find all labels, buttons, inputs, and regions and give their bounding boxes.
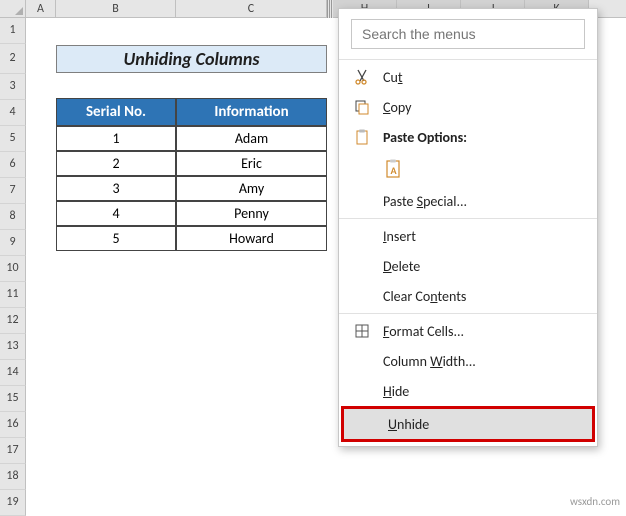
row-header[interactable]: 14 [0,360,26,386]
cell[interactable]: 4 [56,201,176,226]
cell[interactable]: 3 [56,176,176,201]
format-cells-icon [351,323,373,339]
row-header[interactable]: 15 [0,386,26,412]
row-header[interactable]: 2 [0,44,26,74]
cell[interactable]: 2 [56,151,176,176]
menu-paste-options: Paste Options: [339,122,597,152]
data-table: Serial No. Information 1Adam 2Eric 3Amy … [56,98,327,251]
menu-paste-values[interactable]: A [339,152,597,186]
cell[interactable]: 5 [56,226,176,251]
cut-icon [351,69,373,85]
menu-cut[interactable]: Cut [339,62,597,92]
copy-icon [351,99,373,115]
menu-label: Cut [383,69,403,86]
menu-copy[interactable]: Copy [339,92,597,122]
row-header[interactable]: 6 [0,152,26,178]
menu-column-width[interactable]: Column Width... [339,346,597,376]
col-header-a[interactable]: A [26,0,56,17]
row-header[interactable]: 18 [0,464,26,490]
row-header[interactable]: 11 [0,282,26,308]
cell[interactable]: Amy [176,176,327,201]
row-header[interactable]: 17 [0,438,26,464]
cell[interactable]: Eric [176,151,327,176]
cell[interactable]: Penny [176,201,327,226]
separator [339,313,597,314]
col-header-c[interactable]: C [176,0,327,17]
menu-format-cells[interactable]: Format Cells... [339,316,597,346]
menu-label: Copy [383,99,411,116]
row-header[interactable]: 3 [0,74,26,100]
watermark: wsxdn.com [570,495,620,508]
hidden-columns-indicator[interactable] [327,0,333,18]
cell[interactable]: Adam [176,126,327,151]
cell[interactable]: Howard [176,226,327,251]
row-header[interactable]: 1 [0,18,26,44]
row-header[interactable]: 9 [0,230,26,256]
paste-values-icon: A [383,159,405,179]
menu-paste-special[interactable]: Paste Special... [339,186,597,216]
menu-hide[interactable]: Hide [339,376,597,406]
row-header[interactable]: 13 [0,334,26,360]
menu-label: Insert [383,228,416,245]
row-header[interactable]: 4 [0,100,26,126]
menu-label: Paste Special... [383,193,467,210]
clipboard-icon [351,129,373,145]
menu-insert[interactable]: Insert [339,221,597,251]
row-header[interactable]: 8 [0,204,26,230]
menu-label: Clear Contents [383,288,466,305]
th-info: Information [176,98,327,126]
row-header[interactable]: 5 [0,126,26,152]
menu-label: Paste Options: [383,129,467,146]
menu-label: Column Width... [383,353,476,370]
menu-search-input[interactable] [351,19,585,49]
row-header[interactable]: 12 [0,308,26,334]
menu-unhide[interactable]: Unhide [344,409,592,439]
menu-label: Delete [383,258,420,275]
cell[interactable]: 1 [56,126,176,151]
row-headers: 1 2 3 4 5 6 7 8 9 10 11 12 13 14 15 16 1… [0,18,26,512]
menu-delete[interactable]: Delete [339,251,597,281]
th-serial: Serial No. [56,98,176,126]
col-header-b[interactable]: B [56,0,176,17]
row-header[interactable]: 16 [0,412,26,438]
separator [339,59,597,60]
menu-clear-contents[interactable]: Clear Contents [339,281,597,311]
row-header[interactable]: 19 [0,490,26,516]
svg-text:A: A [390,164,397,177]
row-header[interactable]: 10 [0,256,26,282]
menu-label: Hide [383,383,409,400]
menu-label: Unhide [388,416,429,433]
select-all-corner[interactable] [0,0,26,18]
row-header[interactable]: 7 [0,178,26,204]
separator [339,218,597,219]
context-menu: Cut Copy Paste Options: A Paste Special.… [338,8,598,447]
menu-label: Format Cells... [383,323,464,340]
page-title: Unhiding Columns [56,45,327,73]
